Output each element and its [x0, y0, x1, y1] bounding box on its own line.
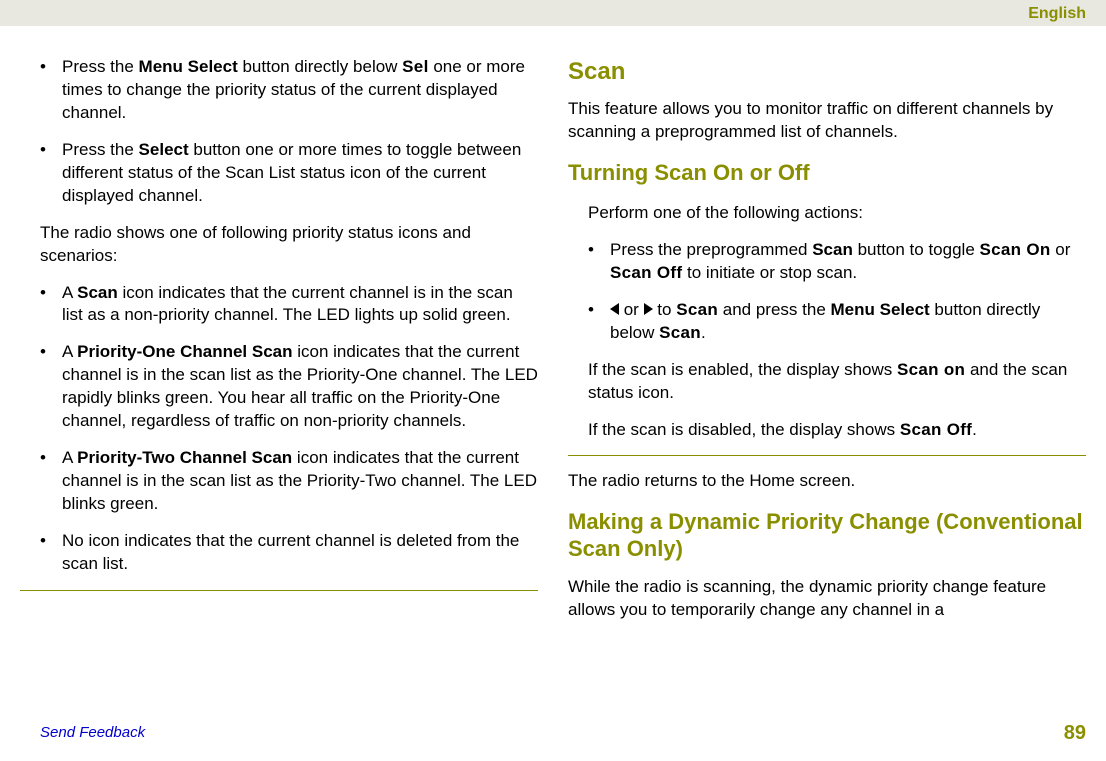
paragraph: This feature allows you to monitor traff…: [568, 98, 1086, 144]
header-bar: English: [0, 0, 1106, 26]
paragraph: The radio returns to the Home screen.: [568, 470, 1086, 493]
left-column: Press the Menu Select button directly be…: [20, 56, 538, 636]
text: A: [62, 448, 77, 467]
text: .: [701, 323, 706, 342]
text: If the scan is disabled, the display sho…: [588, 420, 900, 439]
bold-text: Priority-One Channel Scan: [77, 342, 292, 361]
header-language: English: [1028, 5, 1086, 22]
text: or: [619, 300, 644, 319]
bullet-list-3: Press the preprogrammed Scan button to t…: [588, 239, 1086, 345]
list-item: A Priority-Two Channel Scan icon indicat…: [40, 447, 538, 516]
bold-text: Scan: [812, 240, 853, 259]
text: Press the: [62, 57, 139, 76]
arrow-left-icon: [610, 303, 619, 315]
bullet-list-1: Press the Menu Select button directly be…: [20, 56, 538, 208]
text: Press the: [62, 140, 139, 159]
page-number: 89: [1064, 720, 1086, 747]
bullet-list-2: A Scan icon indicates that the current c…: [20, 282, 538, 576]
text: Press the preprogrammed: [610, 240, 812, 259]
heading-turning-scan: Turning Scan On or Off: [568, 158, 1086, 188]
text: button to toggle: [853, 240, 980, 259]
bold-text: Select: [139, 140, 189, 159]
list-item: Press the Menu Select button directly be…: [40, 56, 538, 125]
divider: [20, 590, 538, 591]
display-text: Sel: [402, 57, 428, 76]
bold-text: Scan: [77, 283, 118, 302]
arrow-right-icon: [644, 303, 653, 315]
display-text: Scan: [659, 323, 701, 342]
display-text: Scan Off: [900, 420, 972, 439]
text: A: [62, 283, 77, 302]
procedure-block: Perform one of the following actions: Pr…: [568, 202, 1086, 442]
heading-dynamic-priority: Making a Dynamic Priority Change (Conven…: [568, 509, 1086, 562]
list-item: or to Scan and press the Menu Select but…: [588, 299, 1086, 345]
list-item: Press the Select button one or more time…: [40, 139, 538, 208]
heading-scan: Scan: [568, 56, 1086, 88]
paragraph: If the scan is disabled, the display sho…: [588, 419, 1086, 442]
text: If the scan is enabled, the display show…: [588, 360, 897, 379]
display-text: Scan On: [980, 240, 1051, 259]
paragraph: The radio shows one of following priorit…: [20, 222, 538, 268]
footer: Send Feedback 89: [40, 720, 1086, 747]
list-item: Press the preprogrammed Scan button to t…: [588, 239, 1086, 285]
content-area: Press the Menu Select button directly be…: [0, 26, 1106, 636]
list-item: A Scan icon indicates that the current c…: [40, 282, 538, 328]
bold-text: Menu Select: [831, 300, 930, 319]
divider: [568, 455, 1086, 456]
text: and press the: [718, 300, 830, 319]
paragraph: If the scan is enabled, the display show…: [588, 359, 1086, 405]
list-item: A Priority-One Channel Scan icon indicat…: [40, 341, 538, 433]
send-feedback-link[interactable]: Send Feedback: [40, 723, 145, 743]
text: to initiate or stop scan.: [682, 263, 857, 282]
text: No icon indicates that the current chann…: [62, 531, 519, 573]
text: to: [653, 300, 677, 319]
right-column: Scan This feature allows you to monitor …: [568, 56, 1086, 636]
text: A: [62, 342, 77, 361]
text: or: [1051, 240, 1071, 259]
list-item: No icon indicates that the current chann…: [40, 530, 538, 576]
display-text: Scan: [676, 300, 718, 319]
paragraph: While the radio is scanning, the dynamic…: [568, 576, 1086, 622]
display-text: Scan on: [897, 360, 965, 379]
text: button directly below: [238, 57, 402, 76]
display-text: Scan Off: [610, 263, 682, 282]
text: icon indicates that the current channel …: [62, 283, 513, 325]
paragraph: Perform one of the following actions:: [588, 202, 1086, 225]
bold-text: Priority-Two Channel Scan: [77, 448, 292, 467]
bold-text: Menu Select: [139, 57, 238, 76]
text: .: [972, 420, 977, 439]
